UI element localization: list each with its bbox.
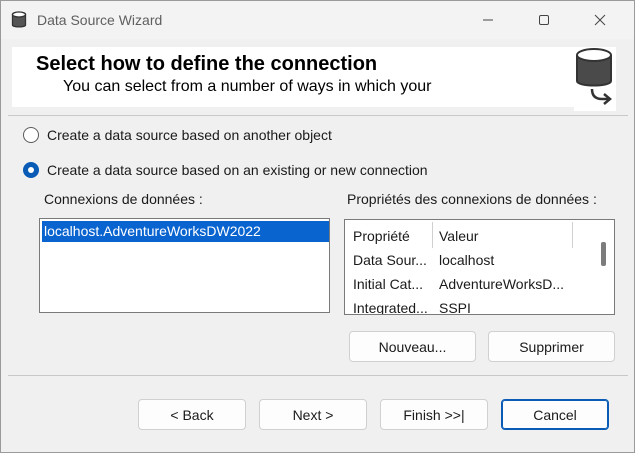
connections-label: Connexions de données :	[44, 191, 203, 207]
title-bar: Data Source Wizard	[1, 1, 634, 39]
database-arrow-icon	[574, 47, 616, 111]
scroll-thumb[interactable]	[601, 242, 606, 266]
page-title: Select how to define the connection	[36, 53, 378, 75]
footer-divider	[8, 375, 628, 376]
property-value: SSPI	[439, 300, 471, 315]
maximize-button[interactable]	[521, 1, 567, 39]
option-existing-connection[interactable]: Create a data source based on an existin…	[23, 162, 428, 178]
delete-connection-button[interactable]: Supprimer	[488, 331, 615, 362]
properties-header: Propriété Valeur	[347, 222, 613, 248]
list-item[interactable]: localhost.AdventureWorksDW2022	[42, 221, 329, 242]
property-name: Integrated...	[353, 300, 428, 315]
connections-list[interactable]: localhost.AdventureWorksDW2022	[39, 218, 330, 313]
property-name: Initial Cat...	[353, 276, 424, 292]
property-name: Data Sour...	[353, 252, 427, 268]
radio-another-object[interactable]	[23, 127, 39, 143]
table-row: Data Sour... localhost	[347, 248, 593, 272]
column-header-property[interactable]: Propriété	[347, 222, 433, 248]
option-label: Create a data source based on an existin…	[47, 162, 428, 178]
page-subtitle: You can select from a number of ways in …	[63, 78, 432, 95]
maximize-icon	[539, 15, 549, 25]
property-value: AdventureWorksD...	[439, 276, 565, 292]
properties-scrollbar[interactable]	[597, 237, 607, 311]
database-icon	[11, 11, 27, 29]
cancel-button[interactable]: Cancel	[501, 399, 609, 430]
option-another-object[interactable]: Create a data source based on another ob…	[23, 127, 332, 143]
header-band: Select how to define the connection You …	[12, 47, 612, 107]
minimize-button[interactable]	[465, 1, 511, 39]
close-icon	[594, 14, 606, 26]
back-button[interactable]: < Back	[138, 399, 246, 430]
header-divider	[8, 115, 628, 116]
next-button[interactable]: Next >	[259, 399, 367, 430]
properties-label: Propriétés des connexions de données :	[347, 191, 597, 207]
radio-existing-connection[interactable]	[23, 162, 39, 178]
minimize-icon	[483, 19, 493, 21]
column-header-value[interactable]: Valeur	[433, 222, 573, 248]
close-button[interactable]	[577, 1, 623, 39]
properties-grid[interactable]: Propriété Valeur Data Sour... localhost …	[344, 219, 615, 315]
wizard-window: Data Source Wizard Select how to define …	[0, 0, 635, 453]
property-value: localhost	[439, 252, 495, 268]
window-title: Data Source Wizard	[37, 12, 163, 28]
finish-button[interactable]: Finish >>|	[380, 399, 488, 430]
option-label: Create a data source based on another ob…	[47, 127, 332, 143]
table-row: Integrated... SSPI	[347, 296, 593, 315]
table-row: Initial Cat... AdventureWorksD...	[347, 272, 593, 296]
new-connection-button[interactable]: Nouveau...	[349, 331, 476, 362]
